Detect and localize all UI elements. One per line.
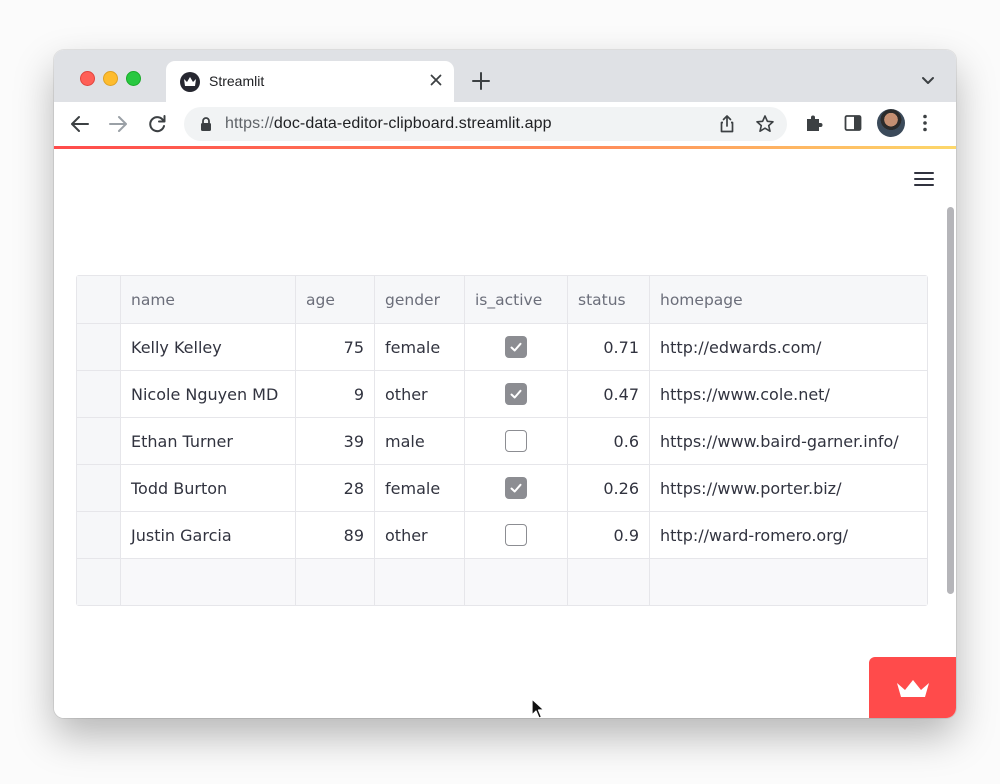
checkbox[interactable] [505, 336, 527, 358]
zoom-window-button[interactable] [126, 71, 141, 86]
name-cell[interactable]: Nicole Nguyen MD [121, 371, 296, 417]
row-index-cell[interactable] [77, 512, 121, 558]
age-cell[interactable]: 89 [296, 512, 375, 558]
lock-icon [200, 117, 212, 136]
gender-cell[interactable]: other [375, 371, 465, 417]
age-cell[interactable]: 39 [296, 418, 375, 464]
column-header-is-active[interactable]: is_active [465, 276, 568, 323]
status-cell[interactable]: 0.71 [568, 324, 650, 370]
is-active-cell[interactable] [465, 465, 568, 511]
arrow-left-icon[interactable] [68, 112, 92, 136]
avatar[interactable] [877, 109, 905, 137]
empty-cell[interactable] [375, 559, 465, 605]
browser-tab[interactable]: Streamlit [166, 61, 454, 102]
checkbox[interactable] [505, 477, 527, 499]
row-index-cell[interactable] [77, 465, 121, 511]
browser-toolbar: https://doc-data-editor-clipboard.stream… [54, 102, 956, 146]
homepage-cell[interactable]: http://ward-romero.org/ [650, 512, 927, 558]
name-cell[interactable]: Justin Garcia [121, 512, 296, 558]
name-cell[interactable]: Ethan Turner [121, 418, 296, 464]
hamburger-icon[interactable] [912, 169, 936, 189]
column-header-age[interactable]: age [296, 276, 375, 323]
gender-cell[interactable]: female [375, 465, 465, 511]
mouse-cursor-icon [531, 698, 545, 718]
url-host: doc-data-editor-clipboard.streamlit.app [273, 115, 552, 132]
chevron-down-icon[interactable] [918, 70, 938, 90]
status-cell[interactable]: 0.47 [568, 371, 650, 417]
checkbox[interactable] [505, 430, 527, 452]
name-cell[interactable]: Kelly Kelley [121, 324, 296, 370]
empty-cell[interactable] [121, 559, 296, 605]
row-index-cell[interactable] [77, 418, 121, 464]
row-index-cell [77, 559, 121, 605]
status-cell[interactable]: 0.9 [568, 512, 650, 558]
browser-window: Streamlit https://doc-data-editor-clipbo… [54, 50, 956, 718]
table-row: Nicole Nguyen MD 9 other 0.47 https://ww… [77, 371, 927, 418]
name-cell[interactable]: Todd Burton [121, 465, 296, 511]
empty-cell[interactable] [465, 559, 568, 605]
reload-icon[interactable] [145, 112, 169, 136]
table-header-row: name age gender is_active status homepag… [77, 276, 927, 324]
checkbox[interactable] [505, 524, 527, 546]
address-bar[interactable]: https://doc-data-editor-clipboard.stream… [184, 107, 787, 141]
is-active-cell[interactable] [465, 418, 568, 464]
streamlit-crown-icon [180, 72, 200, 92]
status-cell[interactable]: 0.6 [568, 418, 650, 464]
table-row: Ethan Turner 39 male 0.6 https://www.bai… [77, 418, 927, 465]
empty-cell[interactable] [568, 559, 650, 605]
table-row: Justin Garcia 89 other 0.9 http://ward-r… [77, 512, 927, 559]
puzzle-icon[interactable] [804, 113, 824, 138]
title-bar: Streamlit [54, 50, 956, 102]
homepage-cell[interactable]: https://www.porter.biz/ [650, 465, 927, 511]
streamlit-crown-icon [897, 680, 929, 697]
url-scheme: https:// [225, 115, 274, 132]
app-viewport: name age gender is_active status homepag… [54, 149, 956, 718]
status-cell[interactable]: 0.26 [568, 465, 650, 511]
share-icon[interactable] [717, 114, 737, 139]
row-index-cell[interactable] [77, 371, 121, 417]
minimize-window-button[interactable] [103, 71, 118, 86]
side-panel-icon[interactable] [843, 113, 863, 138]
close-window-button[interactable] [80, 71, 95, 86]
gender-cell[interactable]: female [375, 324, 465, 370]
column-header-name[interactable]: name [121, 276, 296, 323]
gender-cell[interactable]: male [375, 418, 465, 464]
add-row[interactable] [77, 559, 927, 605]
kebab-icon[interactable] [922, 113, 928, 138]
checkmark-icon [510, 342, 522, 352]
table-row: Kelly Kelley 75 female 0.71 http://edwar… [77, 324, 927, 371]
age-cell[interactable]: 28 [296, 465, 375, 511]
url-text: https://doc-data-editor-clipboard.stream… [225, 115, 552, 133]
checkmark-icon [510, 483, 522, 493]
empty-cell[interactable] [296, 559, 375, 605]
table-row: Todd Burton 28 female 0.26 https://www.p… [77, 465, 927, 512]
is-active-cell[interactable] [465, 324, 568, 370]
data-editor[interactable]: name age gender is_active status homepag… [76, 275, 928, 606]
streamlit-badge[interactable] [869, 657, 956, 718]
age-cell[interactable]: 9 [296, 371, 375, 417]
homepage-cell[interactable]: https://www.baird-garner.info/ [650, 418, 927, 464]
checkmark-icon [510, 389, 522, 399]
checkbox[interactable] [505, 383, 527, 405]
empty-cell[interactable] [650, 559, 927, 605]
scrollbar[interactable] [947, 207, 954, 594]
column-header-homepage[interactable]: homepage [650, 276, 927, 323]
homepage-cell[interactable]: http://edwards.com/ [650, 324, 927, 370]
index-header [77, 276, 121, 323]
is-active-cell[interactable] [465, 512, 568, 558]
column-header-status[interactable]: status [568, 276, 650, 323]
column-header-gender[interactable]: gender [375, 276, 465, 323]
arrow-right-icon[interactable] [106, 112, 130, 136]
star-icon[interactable] [755, 114, 775, 139]
close-icon[interactable] [426, 70, 446, 90]
tab-title: Streamlit [209, 73, 265, 89]
plus-icon[interactable] [468, 68, 494, 94]
gender-cell[interactable]: other [375, 512, 465, 558]
row-index-cell[interactable] [77, 324, 121, 370]
age-cell[interactable]: 75 [296, 324, 375, 370]
homepage-cell[interactable]: https://www.cole.net/ [650, 371, 927, 417]
is-active-cell[interactable] [465, 371, 568, 417]
